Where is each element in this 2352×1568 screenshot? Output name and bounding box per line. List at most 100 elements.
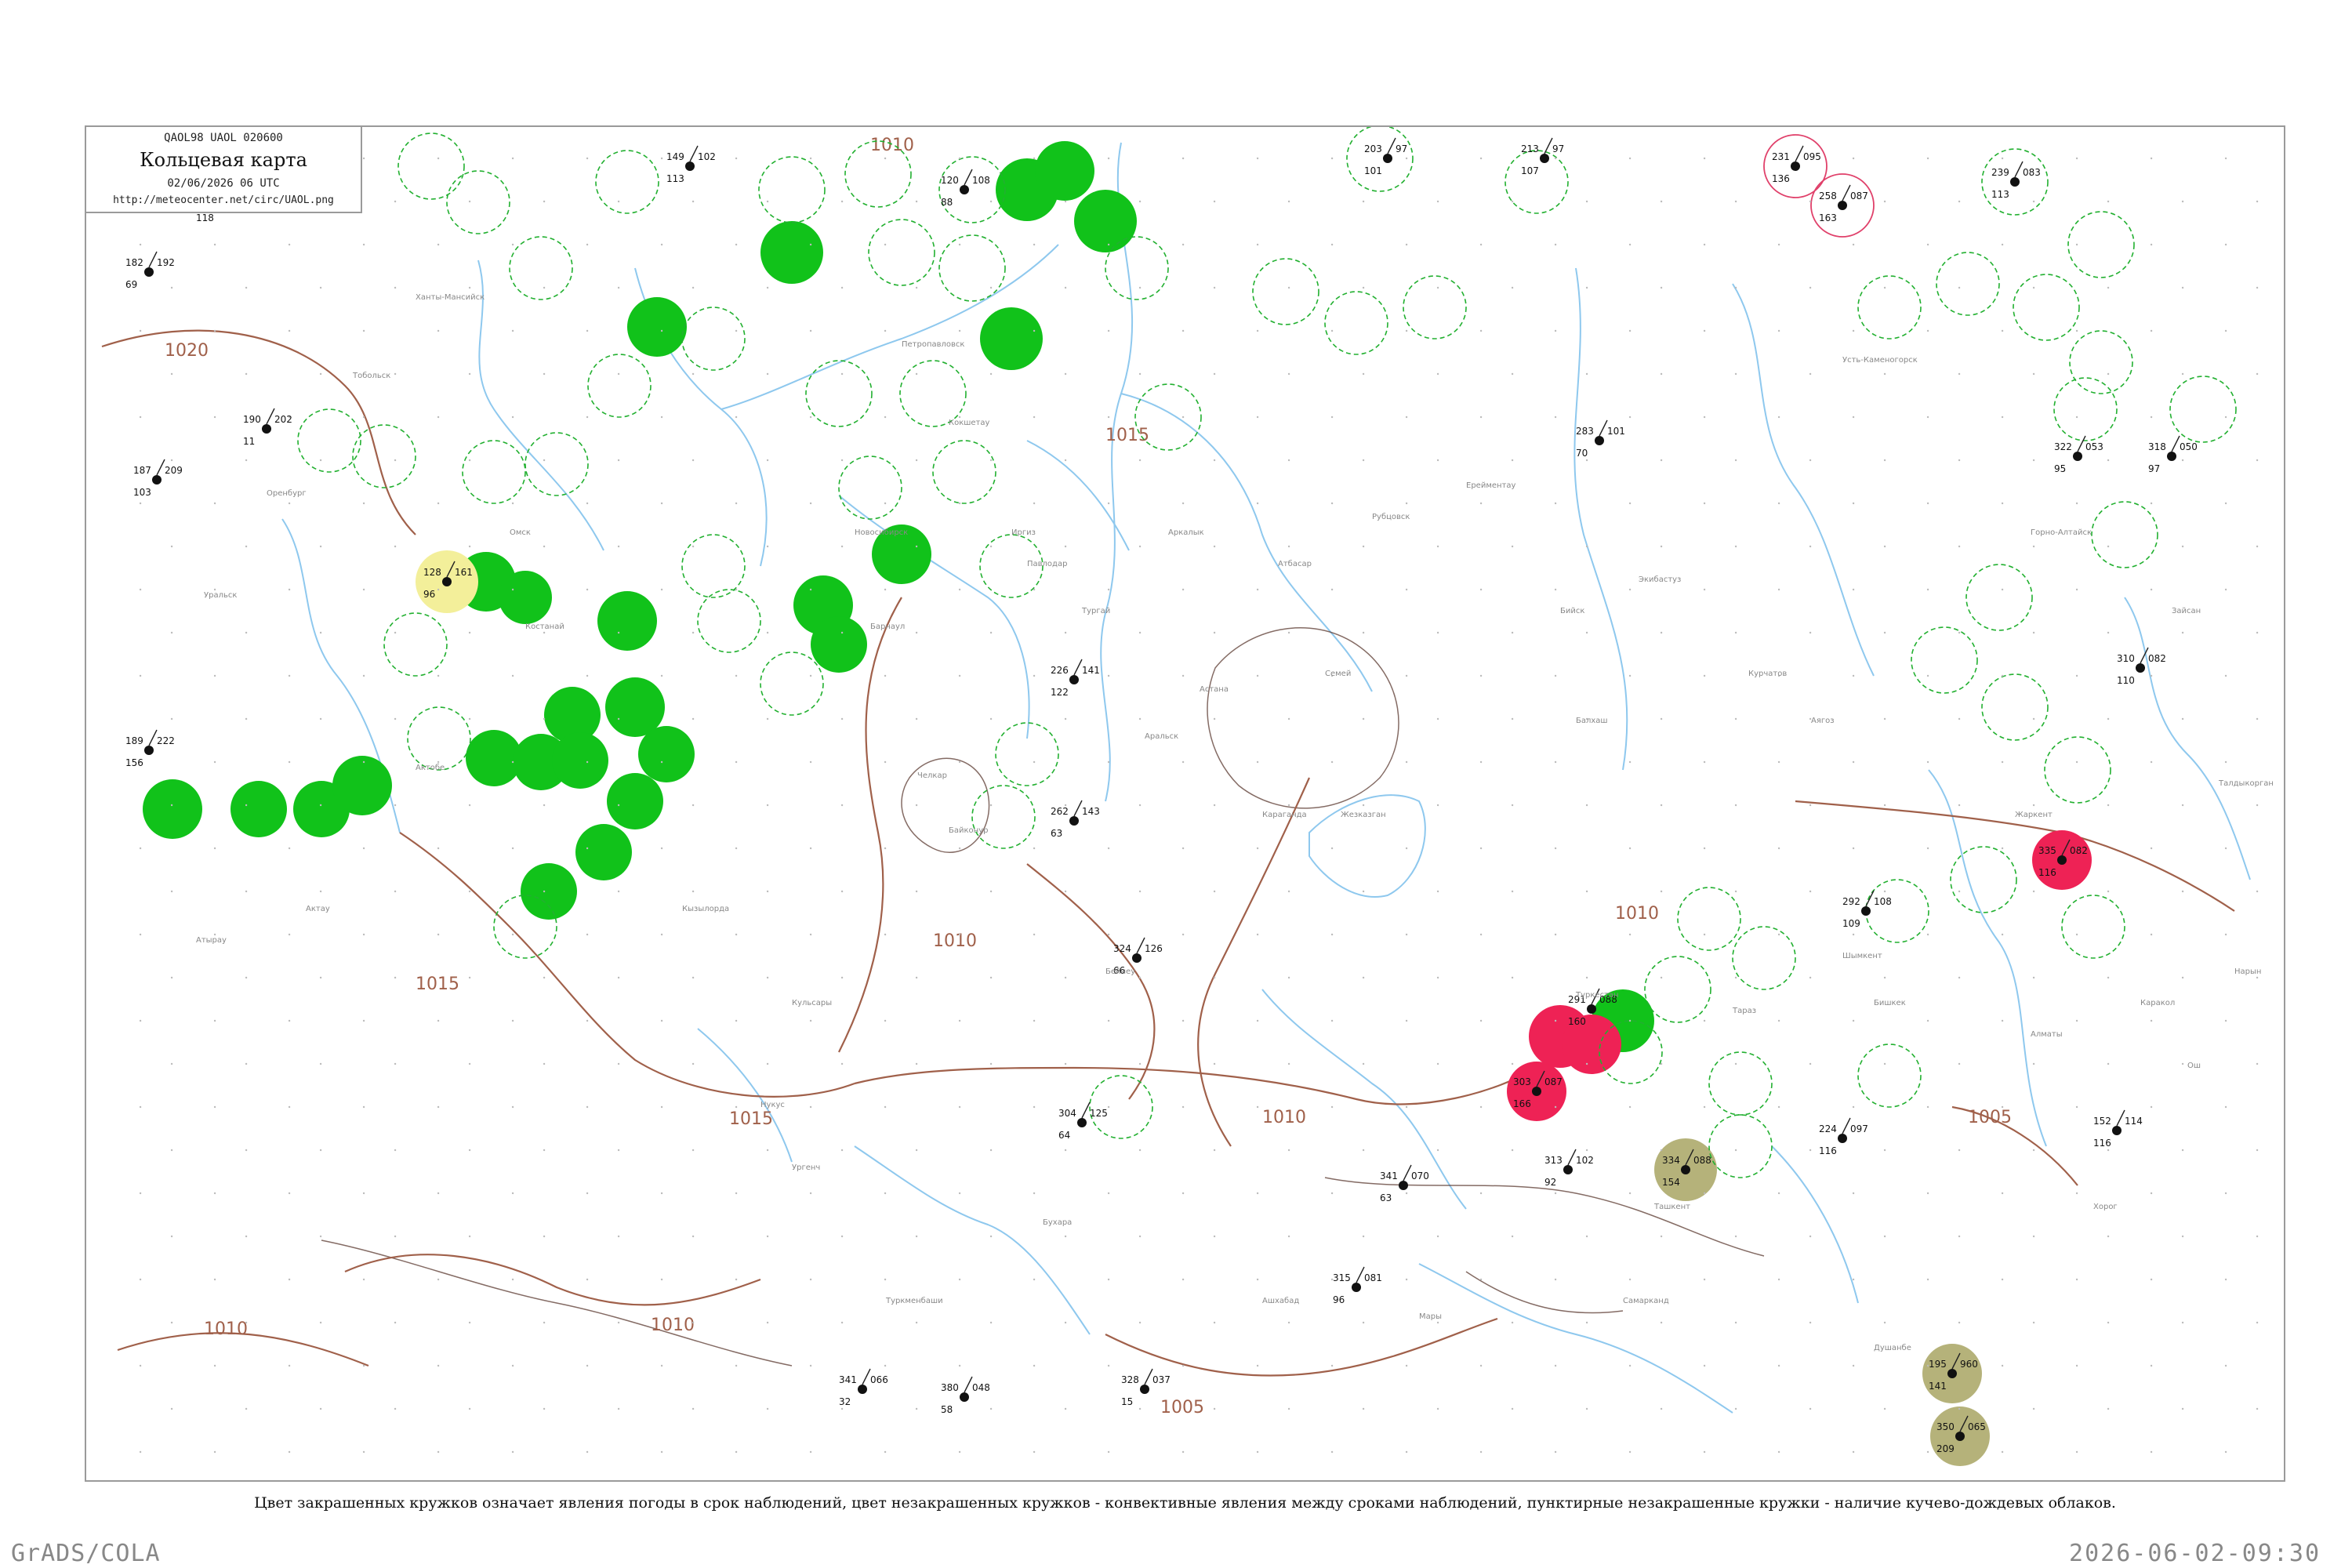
place-label: Тургай [1081, 607, 1110, 615]
wind-barb [1599, 419, 1608, 437]
place-label: Ерейментау [1466, 481, 1516, 490]
place-label: Астана [1200, 685, 1229, 694]
isobar-label-1005b: 1005 [1968, 1108, 2012, 1127]
isobar-label-1010f: 1010 [870, 136, 914, 155]
place-label: Туркменбаши [885, 1297, 943, 1305]
station-cloud-cover [1140, 1385, 1149, 1394]
wind-barb [1136, 937, 1145, 954]
station-temp: 213 [1521, 143, 1539, 154]
station-temp: 304 [1058, 1108, 1076, 1119]
green-circle [499, 571, 552, 624]
station-cloud-cover [1132, 953, 1142, 963]
station-temp: 152 [2093, 1116, 2111, 1127]
place-label: Ургенч [792, 1163, 820, 1172]
wind-barb [1403, 1164, 1412, 1181]
station-temp: 190 [243, 414, 261, 425]
wind-barb [1356, 1266, 1365, 1283]
station-cloud-cover [1955, 1432, 1965, 1441]
phenomena-red [1507, 830, 2092, 1121]
station-cloud-cover [1352, 1283, 1361, 1292]
station-dewpoint: 95 [2054, 463, 2066, 474]
place-label: Балхаш [1576, 717, 1608, 725]
wind-barb [862, 1368, 871, 1385]
station-cloud-cover [1791, 162, 1800, 171]
place-label: Горно-Алтайск [2031, 528, 2092, 537]
station-pressure: 102 [1576, 1155, 1594, 1166]
station-temp: 318 [2148, 441, 2166, 452]
isobar-label-1015b: 1015 [729, 1109, 773, 1129]
station-pressure: 101 [1607, 426, 1625, 437]
station-pressure: 209 [165, 465, 183, 476]
wind-barb [266, 408, 275, 425]
station-cloud-cover [2112, 1126, 2122, 1135]
isobar-label-1010b: 1010 [933, 931, 977, 951]
station-dewpoint: 154 [1662, 1177, 1680, 1188]
station-dewpoint: 11 [243, 436, 255, 447]
green-circle [597, 591, 657, 651]
station-pressure: 125 [1090, 1108, 1108, 1119]
grid-dots [139, 157, 2259, 1454]
place-label: Зайсан [2172, 607, 2201, 615]
footer-timestamp: 2026-06-02-09:30 [2069, 1540, 2321, 1567]
station-temp: 335 [2038, 845, 2056, 856]
title-box: QAOL98 UAOL 020600 Кольцевая карта 02/06… [85, 125, 362, 213]
station-dewpoint: 63 [1051, 828, 1062, 839]
station-pressure: 097 [1850, 1123, 1868, 1134]
wind-barb [148, 251, 158, 268]
station-temp: 187 [133, 465, 151, 476]
wind-barb [1842, 1117, 1851, 1134]
station-dewpoint: 116 [1819, 1145, 1837, 1156]
station-dewpoint: 160 [1568, 1016, 1586, 1027]
station-temp: 231 [1772, 151, 1790, 162]
station-model: 190 202 11 [243, 408, 292, 447]
green-circle [1035, 141, 1094, 201]
station-pressure: 095 [1803, 151, 1821, 162]
wind-barb [2014, 161, 2024, 178]
wind-barb [1387, 137, 1396, 154]
wind-barb [1544, 137, 1553, 154]
station-cloud-cover [1563, 1165, 1573, 1174]
place-label: Курчатов [1748, 670, 1787, 678]
station-cloud-cover [1540, 154, 1549, 163]
green-circle [332, 756, 392, 815]
station-dewpoint: 32 [839, 1396, 851, 1407]
station-temp: 315 [1333, 1272, 1351, 1283]
place-label: Нарын [2234, 967, 2261, 976]
station-model: 189 222 156 [125, 729, 175, 768]
place-label: Актау [306, 905, 330, 913]
place-label: Кызылорда [682, 905, 729, 913]
station-dewpoint: 92 [1544, 1177, 1556, 1188]
place-label: Кокшетау [949, 419, 990, 427]
phenomena-green [143, 141, 1654, 1052]
station-cloud-cover [1077, 1118, 1087, 1127]
wind-barb [1865, 890, 1875, 907]
station-temp: 322 [2054, 441, 2072, 452]
station-cloud-cover [442, 577, 452, 586]
station-pressure: 108 [972, 175, 990, 186]
green-circle [638, 726, 695, 782]
station-cloud-cover [2136, 663, 2145, 673]
station-dewpoint: 110 [2117, 675, 2135, 686]
green-circle [230, 781, 287, 837]
place-label: Уральск [204, 591, 237, 600]
station-dewpoint: 96 [1333, 1294, 1345, 1305]
place-label: Ош [2187, 1062, 2201, 1070]
station-pressure: 141 [1082, 665, 1100, 676]
station-pressure: 192 [157, 257, 175, 268]
wind-barb [1081, 1102, 1091, 1119]
place-label: Атбасар [1278, 560, 1312, 568]
station-pressure: 202 [274, 414, 292, 425]
place-label: Байконур [949, 826, 988, 835]
place-label: Талдыкорган [2218, 779, 2274, 788]
station-dewpoint: 96 [423, 589, 435, 600]
isobar-label-1010c: 1010 [204, 1319, 248, 1339]
weather-map: 1020 1015 1015 1010 1010 1010 1010 1005 … [101, 127, 2274, 1466]
wind-barb [2116, 1109, 2125, 1127]
station-dewpoint: 103 [133, 487, 151, 498]
station-dewpoint: 64 [1058, 1130, 1070, 1141]
station-dewpoint: 118 [196, 212, 214, 223]
station-cloud-cover [144, 746, 154, 755]
station-dewpoint: 141 [1929, 1381, 1947, 1392]
station-dewpoint: 58 [941, 1404, 953, 1415]
station-temp: 341 [839, 1374, 857, 1385]
